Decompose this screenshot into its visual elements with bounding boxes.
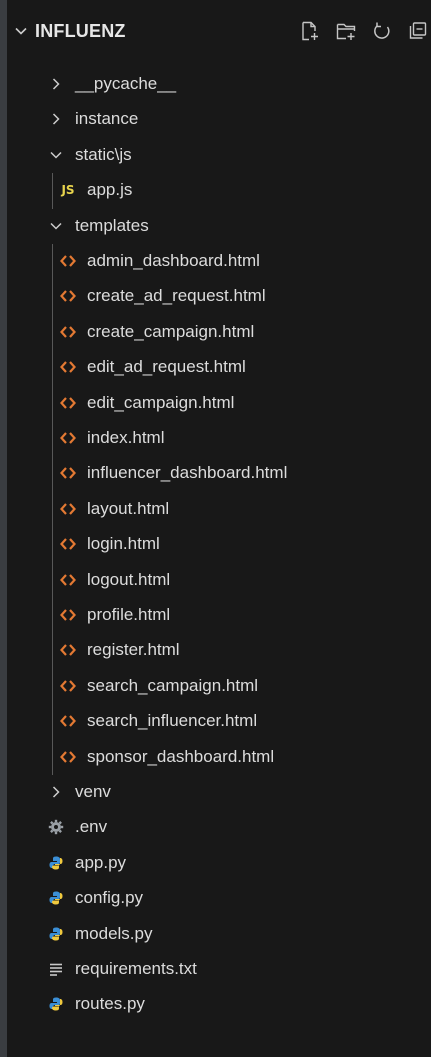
html-file-icon [59,463,77,483]
python-file-icon [47,853,65,873]
file-item[interactable]: layout.html [7,492,431,526]
html-file-icon [59,499,77,519]
file-item[interactable]: edit_campaign.html [7,386,431,420]
tree-item-label: edit_campaign.html [87,392,235,412]
python-file-icon [47,994,65,1014]
folder-item[interactable]: templates [7,209,431,243]
file-item[interactable]: create_campaign.html [7,315,431,349]
tree-item-label: sponsor_dashboard.html [87,746,275,766]
file-item[interactable]: create_ad_request.html [7,279,431,313]
file-item[interactable]: config.py [7,881,431,915]
tree-item-label: templates [75,215,149,235]
tree-item-label: index.html [87,428,165,447]
tree-item-label: register.html [87,640,180,660]
tree-item-label: edit_ad_request.html [87,357,246,377]
tree-item-label: models.py [75,923,153,943]
file-tree: __pycache__ instance static\js JS app.js temp… [7,0,431,1057]
file-item[interactable]: index.html [7,421,431,455]
file-item[interactable]: register.html [7,633,431,667]
text-file-icon [47,959,65,979]
html-file-icon [59,357,77,377]
tree-item-label: venv [75,782,111,801]
chevron-right-icon [47,109,65,129]
folder-item[interactable]: static\js [7,138,431,172]
tree-item-label: .env [75,817,108,837]
tree-item-label: layout.html [87,498,170,518]
html-file-icon [59,570,77,590]
html-file-icon [59,251,77,271]
html-file-icon [59,605,77,625]
file-item[interactable]: login.html [7,527,431,561]
tree-item-label: admin_dashboard.html [87,251,260,270]
file-item[interactable]: logout.html [7,563,431,597]
file-item[interactable]: .env [7,810,431,844]
tree-item-label: create_ad_request.html [87,286,266,306]
html-file-icon [59,428,77,448]
file-item[interactable]: models.py [7,917,431,951]
chevron-down-icon [47,216,65,236]
html-file-icon [59,640,77,660]
folder-item[interactable]: instance [7,102,431,136]
python-file-icon [47,924,65,944]
file-item[interactable]: JS app.js [7,173,431,207]
html-file-icon [59,393,77,413]
file-item[interactable]: app.py [7,846,431,880]
python-file-icon [47,888,65,908]
tree-item-label: create_campaign.html [87,321,255,341]
indent-guide [52,244,53,775]
chevron-right-icon [47,74,65,94]
file-item[interactable]: edit_ad_request.html [7,350,431,384]
tree-item-label: routes.py [75,994,145,1014]
tree-item-label: influencer_dashboard.html [87,463,288,483]
tree-item-label: config.py [75,888,144,908]
chevron-down-icon [47,145,65,165]
tree-item-label: static\js [75,144,132,164]
tree-item-label: profile.html [87,605,171,624]
file-item[interactable]: requirements.txt [7,952,431,986]
file-item[interactable]: search_campaign.html [7,669,431,703]
tree-item-label: search_campaign.html [87,675,259,695]
file-item[interactable]: routes.py [7,987,431,1021]
html-file-icon [59,676,77,696]
file-item[interactable]: sponsor_dashboard.html [7,740,431,774]
file-item[interactable]: search_influencer.html [7,704,431,738]
html-file-icon [59,534,77,554]
activity-bar-edge [0,0,7,1057]
indent-guide [52,173,53,209]
javascript-file-icon: JS [61,183,75,198]
file-item[interactable]: profile.html [7,598,431,632]
html-file-icon [59,747,77,767]
html-file-icon [59,322,77,342]
explorer-panel: INFLUENZ __pycache__ instance static\js … [0,0,431,1057]
file-item[interactable]: influencer_dashboard.html [7,456,431,490]
folder-item[interactable]: venv [7,775,431,809]
tree-item-label: logout.html [87,569,171,589]
tree-item-label: instance [75,109,139,129]
tree-item-label: requirements.txt [75,959,197,978]
file-item[interactable]: admin_dashboard.html [7,244,431,278]
html-file-icon [59,711,77,731]
tree-item-label: app.py [75,852,127,872]
tree-item-label: search_influencer.html [87,711,258,731]
folder-item[interactable]: __pycache__ [7,67,431,101]
html-file-icon [59,286,77,306]
tree-item-label: __pycache__ [75,74,177,93]
chevron-right-icon [47,782,65,802]
tree-item-label: login.html [87,534,160,554]
settings-file-icon [47,817,65,837]
tree-item-label: app.js [87,180,133,200]
